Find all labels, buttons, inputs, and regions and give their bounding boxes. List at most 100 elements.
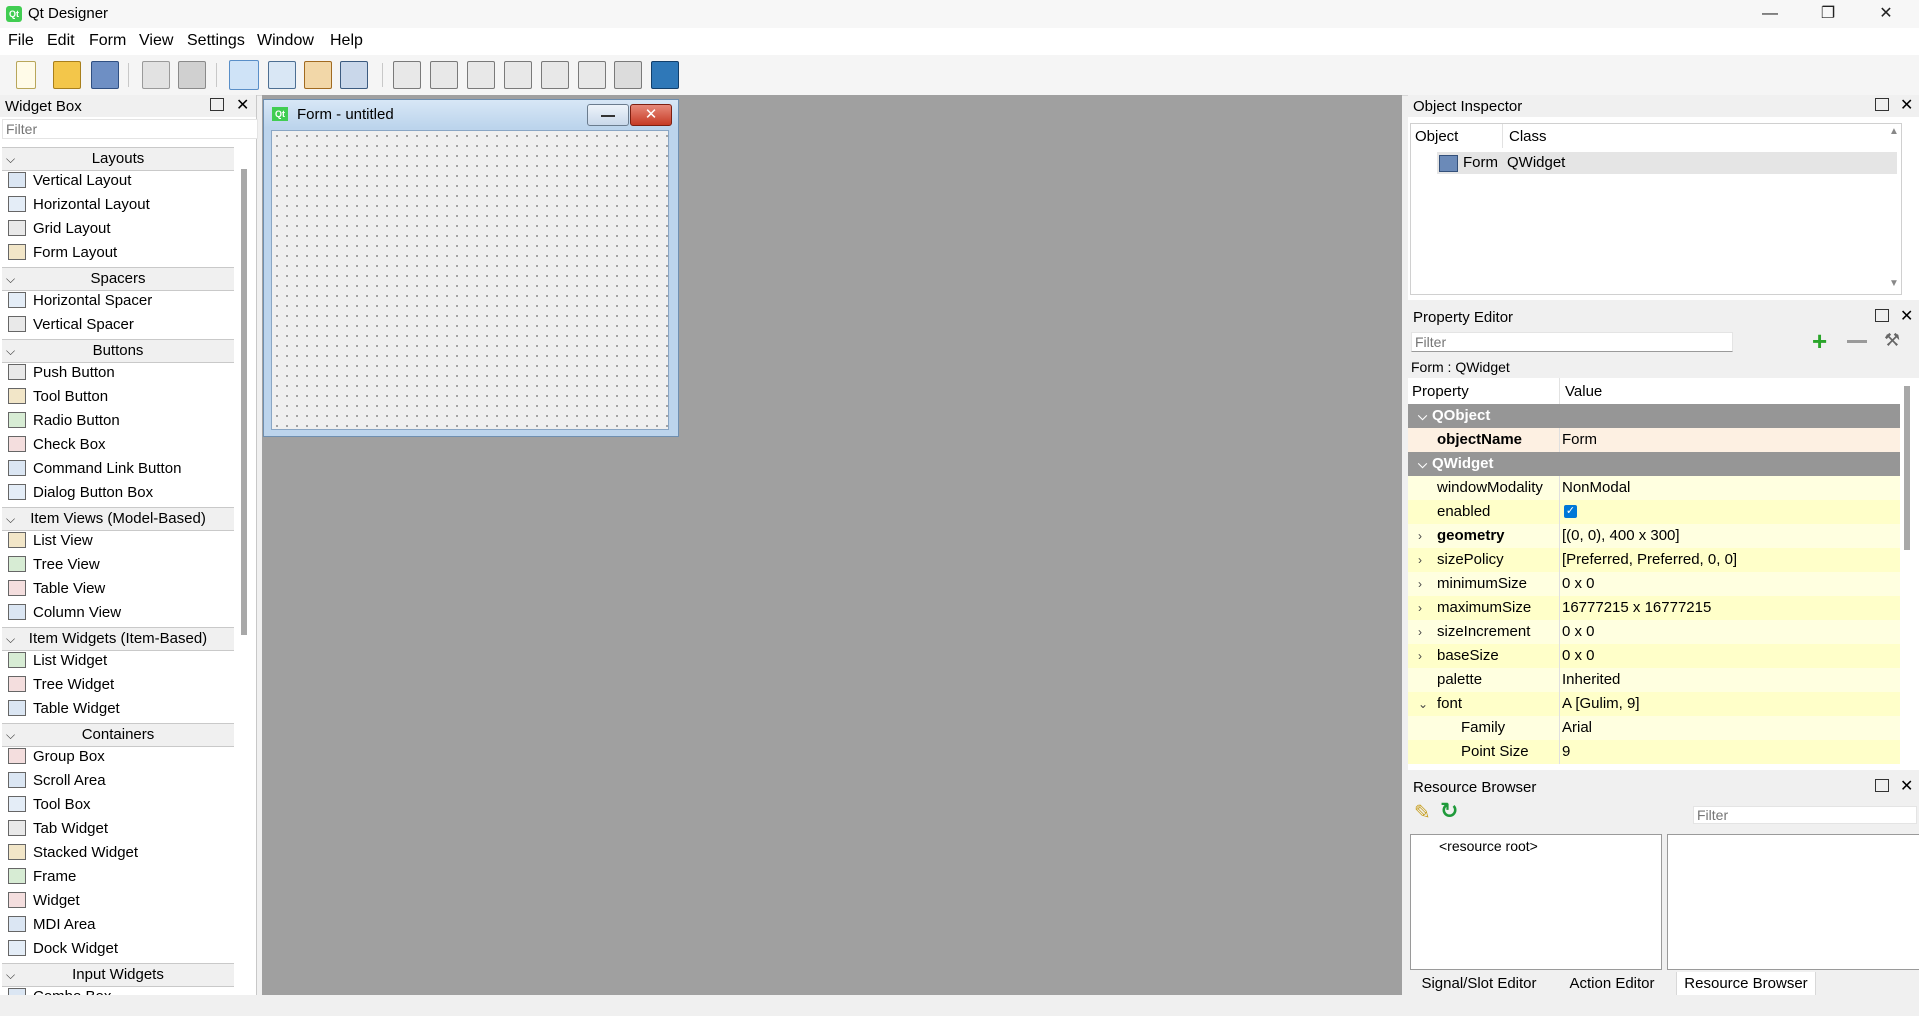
- category-containers[interactable]: ⌵ Containers: [2, 723, 234, 747]
- widget-item-table-widget[interactable]: Table Widget: [8, 697, 120, 721]
- property-row-palette[interactable]: palette Inherited: [1408, 668, 1900, 692]
- property-row-qwidget[interactable]: ⌵ QWidget: [1408, 452, 1900, 476]
- menu-edit[interactable]: Edit: [47, 32, 75, 50]
- widget-item-tree-widget[interactable]: Tree Widget: [8, 673, 114, 697]
- widget-item-form-layout[interactable]: Form Layout: [8, 241, 117, 265]
- widget-item-vertical-spacer[interactable]: Vertical Spacer: [8, 313, 134, 337]
- category-buttons[interactable]: ⌵ Buttons: [2, 339, 234, 363]
- minimize-button[interactable]: —: [1741, 0, 1799, 28]
- property-value[interactable]: 0 x 0: [1562, 572, 1595, 596]
- edit-buddies-icon[interactable]: [304, 61, 332, 89]
- open-form-icon[interactable]: [53, 61, 81, 89]
- configure-wrench-icon[interactable]: ⚒: [1884, 330, 1900, 351]
- property-value[interactable]: 0 x 0: [1562, 644, 1595, 668]
- edit-signals-slots-icon[interactable]: [268, 61, 296, 89]
- property-value[interactable]: 9: [1562, 740, 1570, 764]
- float-icon[interactable]: [1875, 309, 1889, 322]
- widget-item-check-box[interactable]: Check Box: [8, 433, 106, 457]
- close-icon[interactable]: ✕: [1900, 776, 1913, 796]
- property-value[interactable]: 16777215 x 16777215: [1562, 596, 1711, 620]
- chevron-right-icon[interactable]: ›: [1418, 524, 1422, 548]
- widget-item-tab-widget[interactable]: Tab Widget: [8, 817, 108, 841]
- property-value[interactable]: Inherited: [1562, 668, 1620, 692]
- close-icon[interactable]: ✕: [1900, 95, 1913, 115]
- form-close-button[interactable]: ✕: [630, 104, 672, 126]
- edit-tab-order-icon[interactable]: [340, 61, 368, 89]
- widget-item-dock-widget[interactable]: Dock Widget: [8, 937, 118, 961]
- close-icon[interactable]: ✕: [1900, 306, 1913, 326]
- category-item-widgets-item-based[interactable]: ⌵ Item Widgets (Item-Based): [2, 627, 234, 651]
- new-form-icon[interactable]: [16, 61, 36, 89]
- tab-signal-slot-editor[interactable]: Signal/Slot Editor: [1414, 972, 1544, 996]
- property-value[interactable]: Form: [1562, 428, 1597, 452]
- break-layout-icon[interactable]: [614, 61, 642, 89]
- widget-item-dialog-button-box[interactable]: Dialog Button Box: [8, 481, 153, 505]
- scroll-down-icon[interactable]: ▼: [1889, 278, 1899, 289]
- widget-item-horizontal-layout[interactable]: Horizontal Layout: [8, 193, 150, 217]
- menu-window[interactable]: Window: [257, 32, 314, 50]
- edit-widgets-icon[interactable]: [229, 60, 259, 90]
- float-icon[interactable]: [1875, 779, 1889, 792]
- property-value[interactable]: [(0, 0), 400 x 300]: [1562, 524, 1680, 548]
- property-row-enabled[interactable]: enabled ✓: [1408, 500, 1900, 524]
- add-dynamic-property-icon[interactable]: +: [1812, 326, 1827, 357]
- maximize-button[interactable]: ❐: [1799, 0, 1857, 28]
- property-row-font[interactable]: ⌄ font A [Gulim, 9]: [1408, 692, 1900, 716]
- chevron-down-icon[interactable]: ⌵: [1418, 452, 1427, 476]
- property-row-basesize[interactable]: › baseSize 0 x 0: [1408, 644, 1900, 668]
- close-button[interactable]: ✕: [1857, 0, 1915, 28]
- property-value[interactable]: A [Gulim, 9]: [1562, 692, 1640, 716]
- resource-tree[interactable]: <resource root>: [1410, 834, 1662, 970]
- property-filter-input[interactable]: [1411, 332, 1733, 352]
- menu-form[interactable]: Form: [89, 32, 126, 50]
- widget-item-grid-layout[interactable]: Grid Layout: [8, 217, 111, 241]
- widget-item-combo-box[interactable]: Combo Box: [8, 985, 111, 995]
- float-icon[interactable]: [1875, 98, 1889, 111]
- property-row-minimumsize[interactable]: › minimumSize 0 x 0: [1408, 572, 1900, 596]
- property-value[interactable]: 0 x 0: [1562, 620, 1595, 644]
- resource-root-item[interactable]: <resource root>: [1439, 838, 1538, 854]
- layout-horizontally-icon[interactable]: [393, 61, 421, 89]
- property-value[interactable]: NonModal: [1562, 476, 1630, 500]
- widget-item-stacked-widget[interactable]: Stacked Widget: [8, 841, 138, 865]
- menu-file[interactable]: File: [8, 32, 34, 50]
- widget-item-command-link-button[interactable]: Command Link Button: [8, 457, 181, 481]
- property-row-objectname[interactable]: objectName Form: [1408, 428, 1900, 452]
- property-row-point-size[interactable]: Point Size 9: [1408, 740, 1900, 764]
- chevron-right-icon[interactable]: ›: [1418, 620, 1422, 644]
- widget-item-scroll-area[interactable]: Scroll Area: [8, 769, 106, 793]
- menu-settings[interactable]: Settings: [187, 32, 245, 50]
- property-value[interactable]: Arial: [1562, 716, 1592, 740]
- chevron-down-icon[interactable]: ⌵: [1418, 404, 1427, 428]
- widget-item-tool-button[interactable]: Tool Button: [8, 385, 108, 409]
- widget-box-filter-input[interactable]: [2, 119, 258, 139]
- layout-grid-icon[interactable]: [541, 61, 569, 89]
- widget-item-push-button[interactable]: Push Button: [8, 361, 115, 385]
- chevron-right-icon[interactable]: ›: [1418, 644, 1422, 668]
- widget-item-widget[interactable]: Widget: [8, 889, 80, 913]
- widget-item-table-view[interactable]: Table View: [8, 577, 105, 601]
- chevron-right-icon[interactable]: ›: [1418, 572, 1422, 596]
- tab-resource-browser[interactable]: Resource Browser: [1676, 972, 1816, 997]
- adjust-size-icon[interactable]: [651, 61, 679, 89]
- category-input-widgets[interactable]: ⌵ Input Widgets: [2, 963, 234, 987]
- widget-item-tree-view[interactable]: Tree View: [8, 553, 100, 577]
- bring-to-front-icon[interactable]: [178, 61, 206, 89]
- property-value[interactable]: [Preferred, Preferred, 0, 0]: [1562, 548, 1737, 572]
- layout-vertical-splitter-icon[interactable]: [504, 61, 532, 89]
- save-form-icon[interactable]: [91, 61, 119, 89]
- tab-action-editor[interactable]: Action Editor: [1552, 972, 1672, 996]
- widget-item-tool-box[interactable]: Tool Box: [8, 793, 91, 817]
- edit-resources-pencil-icon[interactable]: ✎: [1414, 800, 1431, 825]
- widget-item-list-widget[interactable]: List Widget: [8, 649, 107, 673]
- category-spacers[interactable]: ⌵ Spacers: [2, 267, 234, 291]
- widget-item-column-view[interactable]: Column View: [8, 601, 121, 625]
- widget-box-scrollbar[interactable]: [241, 169, 247, 635]
- property-row-sizepolicy[interactable]: › sizePolicy [Preferred, Preferred, 0, 0]: [1408, 548, 1900, 572]
- layout-horizontal-splitter-icon[interactable]: [467, 61, 495, 89]
- form-canvas-grid[interactable]: [271, 130, 669, 430]
- remove-dynamic-property-icon[interactable]: [1847, 340, 1867, 343]
- property-row-windowmodality[interactable]: windowModality NonModal: [1408, 476, 1900, 500]
- widget-item-group-box[interactable]: Group Box: [8, 745, 105, 769]
- enabled-checkbox[interactable]: ✓: [1564, 505, 1577, 518]
